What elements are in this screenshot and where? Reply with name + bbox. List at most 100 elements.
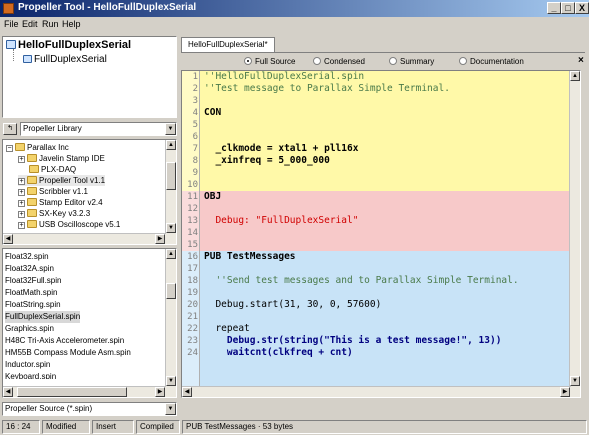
view-documentation[interactable]: Documentation	[459, 57, 524, 66]
close-tab-icon[interactable]: ×	[578, 55, 584, 66]
maximize-button[interactable]: □	[561, 2, 575, 14]
pub-block	[182, 251, 571, 387]
line-number: 12	[187, 204, 198, 214]
compiled-status: Compiled	[136, 420, 180, 434]
menu-file[interactable]: File	[4, 19, 19, 29]
chevron-down-icon[interactable]: ▼	[165, 403, 176, 415]
status-bar: 16 : 24 Modified Insert Compiled PUB Tes…	[0, 419, 589, 435]
tree-connector	[13, 49, 14, 61]
file-list-scrollbar[interactable]: ▲ ▼	[165, 249, 176, 397]
menu-help[interactable]: Help	[62, 19, 81, 29]
code-line[interactable]: Debug.str(string("This is a test message…	[204, 335, 502, 347]
view-full-source[interactable]: Full Source	[244, 57, 295, 66]
editor-vscrollbar[interactable]: ▲ ▼	[569, 71, 580, 397]
block-info: PUB TestMessages · 53 bytes	[182, 420, 587, 434]
scroll-right-icon[interactable]: ▶	[155, 234, 165, 244]
code-line[interactable]: ''Send test messages and to Parallax Sim…	[204, 275, 518, 287]
object-child[interactable]: FullDuplexSerial	[23, 54, 107, 65]
line-number: 15	[187, 240, 198, 250]
scroll-right-icon[interactable]: ▶	[560, 387, 570, 397]
scroll-thumb[interactable]	[17, 387, 127, 397]
folder-icon	[29, 165, 39, 173]
view-condensed[interactable]: Condensed	[313, 57, 365, 66]
scroll-left-icon[interactable]: ◀	[3, 387, 13, 397]
folder-tree-hscrollbar[interactable]: ◀ ▶	[3, 233, 166, 244]
file-item[interactable]: HM55B Compass Module Asm.spin	[5, 347, 131, 359]
scroll-left-icon[interactable]: ◀	[182, 387, 192, 397]
library-select[interactable]: Propeller Library ▼	[20, 122, 177, 136]
file-item[interactable]: FloatMath.spin	[5, 287, 57, 299]
library-folder-icon[interactable]: ↰	[3, 123, 17, 135]
scroll-thumb[interactable]	[166, 162, 176, 190]
menu-edit[interactable]: Edit	[22, 19, 38, 29]
file-item[interactable]: Float32A.spin	[5, 263, 54, 275]
close-window-button[interactable]: X	[575, 2, 589, 14]
minimize-button[interactable]: _	[547, 2, 561, 14]
file-item[interactable]: Graphics.spin	[5, 323, 54, 335]
view-summary[interactable]: Summary	[389, 57, 434, 66]
scroll-up-icon[interactable]: ▲	[570, 71, 580, 81]
scroll-thumb[interactable]	[166, 283, 176, 299]
folder-icon	[27, 176, 37, 184]
radio-icon[interactable]	[244, 57, 252, 65]
scroll-down-icon[interactable]: ▼	[166, 376, 176, 386]
object-root[interactable]: HelloFullDuplexSerial	[6, 39, 131, 51]
folder-stamp-editor[interactable]: + Stamp Editor v2.4	[18, 197, 103, 208]
tab-divider	[181, 52, 585, 53]
file-item[interactable]: Keyboard.spin	[5, 371, 56, 379]
code-line[interactable]: OBJ	[204, 191, 221, 203]
editor-hscrollbar[interactable]: ◀ ▶	[182, 386, 571, 397]
line-number: 1	[192, 72, 198, 82]
folder-sx-key[interactable]: + SX-Key v3.2.3	[18, 208, 90, 219]
file-icon	[6, 40, 16, 49]
file-item[interactable]: Inductor.spin	[5, 359, 50, 371]
code-line[interactable]: Debug: "FullDuplexSerial"	[204, 215, 358, 227]
scroll-up-icon[interactable]: ▲	[166, 140, 176, 150]
radio-icon[interactable]	[459, 57, 467, 65]
folder-usb-oscilloscope[interactable]: + USB Oscilloscope v5.1	[18, 219, 120, 230]
file-item[interactable]: FloatString.spin	[5, 299, 61, 311]
code-line[interactable]: PUB TestMessages	[204, 251, 296, 263]
menu-run[interactable]: Run	[42, 19, 59, 29]
code-line[interactable]: _clkmode = xtal1 + pll16x	[204, 143, 358, 155]
editor-tab[interactable]: HelloFullDuplexSerial*	[181, 37, 275, 52]
line-number: 10	[187, 180, 198, 190]
radio-icon[interactable]	[389, 57, 397, 65]
line-number: 23	[187, 336, 198, 346]
scroll-right-icon[interactable]: ▶	[155, 387, 165, 397]
file-item[interactable]: Float32Full.spin	[5, 275, 61, 287]
code-editor[interactable]: 1 ''HelloFullDuplexSerial.spin 2 ''Test me…	[181, 70, 581, 398]
title-bar: Propeller Tool - HelloFullDuplexSerial _…	[0, 0, 589, 17]
code-line[interactable]: _xinfreq = 5_000_000	[204, 155, 329, 167]
code-line[interactable]: waitcnt(clkfreq + cnt)	[204, 347, 353, 359]
file-list-hscrollbar[interactable]: ◀ ▶	[3, 386, 166, 397]
propeller-app-icon	[3, 3, 14, 14]
file-item[interactable]: H48C Tri-Axis Accelerometer.spin	[5, 335, 124, 347]
radio-icon[interactable]	[313, 57, 321, 65]
scroll-left-icon[interactable]: ◀	[3, 234, 13, 244]
code-line[interactable]: Debug.start(31, 30, 0, 57600)	[204, 299, 381, 311]
folder-tree-scrollbar[interactable]: ▲ ▼	[165, 140, 176, 244]
folder-plx-daq[interactable]: PLX-DAQ	[29, 164, 76, 175]
code-line[interactable]: ''HelloFullDuplexSerial.spin	[204, 71, 364, 83]
scroll-down-icon[interactable]: ▼	[166, 223, 176, 233]
chevron-down-icon[interactable]: ▼	[165, 123, 176, 135]
folder-scribbler[interactable]: + Scribbler v1.1	[18, 186, 88, 197]
scroll-up-icon[interactable]: ▲	[166, 249, 176, 259]
file-item-selected[interactable]: FullDuplexSerial.spin	[5, 311, 81, 323]
file-filter-select[interactable]: Propeller Source (*.spin) ▼	[2, 402, 177, 416]
code-line[interactable]: CON	[204, 107, 221, 119]
file-list-panel: Float32.spin Float32A.spin Float32Full.s…	[2, 248, 177, 398]
code-line[interactable]: ''Test message to Parallax Simple Termin…	[204, 83, 450, 95]
folder-propeller-tool[interactable]: + Propeller Tool v1.1	[18, 175, 106, 186]
file-item[interactable]: Float32.spin	[5, 251, 49, 263]
folder-parallax-inc[interactable]: − Parallax Inc	[6, 142, 69, 153]
line-number: 14	[187, 228, 198, 238]
scroll-down-icon[interactable]: ▼	[570, 376, 580, 386]
folder-javelin[interactable]: + Javelin Stamp IDE	[18, 153, 105, 164]
line-number: 17	[187, 264, 198, 274]
line-number: 9	[192, 168, 198, 178]
code-line[interactable]: repeat	[204, 323, 249, 335]
folder-icon	[27, 220, 37, 228]
line-number: 2	[192, 84, 198, 94]
